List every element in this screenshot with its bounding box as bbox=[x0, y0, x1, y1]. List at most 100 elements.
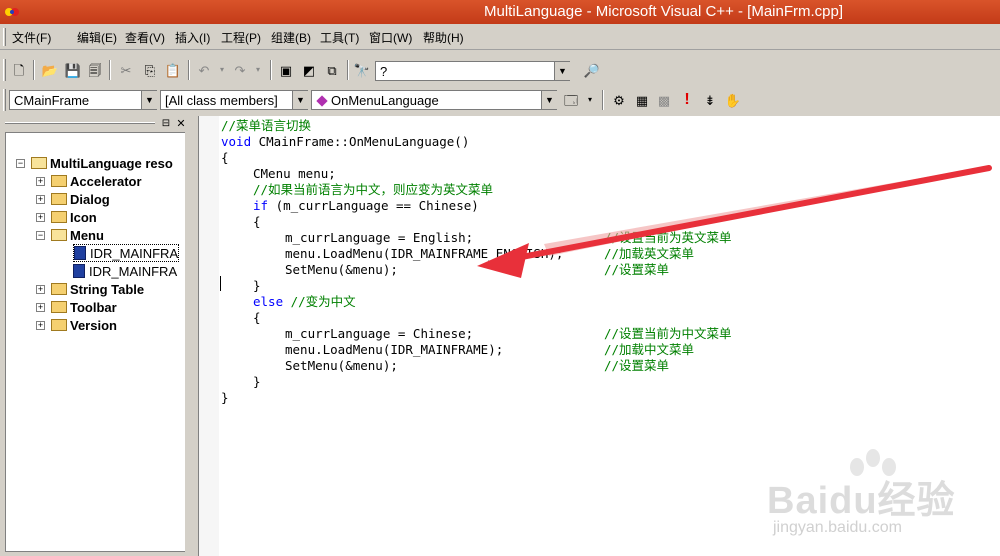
build-icon[interactable]: ▦ bbox=[632, 90, 652, 110]
redo-dropdown-icon[interactable]: ▾ bbox=[248, 60, 268, 80]
tree-item-accelerator[interactable]: + Accelerator bbox=[36, 172, 142, 190]
toolbar-separator bbox=[270, 60, 272, 80]
chevron-down-icon[interactable]: ▼ bbox=[554, 62, 570, 80]
new-file-icon[interactable]: 🗋 bbox=[9, 60, 29, 80]
expand-icon[interactable]: + bbox=[36, 212, 45, 222]
workspace-pane: ⊟ ✕ − MultiLanguage reso + Accelerator +… bbox=[0, 116, 192, 556]
tree-item-label: Version bbox=[70, 317, 117, 333]
collapse-icon[interactable]: − bbox=[16, 158, 25, 168]
menu-resource-icon bbox=[73, 264, 85, 278]
wizard-action-icon[interactable]: 🗔 bbox=[561, 90, 581, 110]
save-icon[interactable]: 💾 bbox=[63, 60, 83, 80]
toolbar-separator bbox=[188, 60, 190, 80]
collapse-icon[interactable]: − bbox=[36, 230, 45, 240]
expand-icon[interactable]: + bbox=[36, 320, 45, 330]
compile-icon[interactable]: ⚙ bbox=[609, 90, 629, 110]
menu-build[interactable]: 组建(B) bbox=[271, 29, 311, 46]
expand-icon[interactable]: + bbox=[36, 302, 45, 312]
tree-item-toolbar[interactable]: + Toolbar bbox=[36, 298, 117, 316]
folder-icon bbox=[51, 211, 67, 223]
menu-edit[interactable]: 编辑(E) bbox=[77, 29, 117, 46]
chevron-down-icon[interactable]: ▼ bbox=[141, 91, 157, 109]
copy-icon[interactable]: ⎘ bbox=[140, 60, 160, 80]
paste-icon[interactable]: 📋 bbox=[163, 60, 183, 80]
menu-file[interactable]: 文件(F) bbox=[12, 29, 51, 46]
tree-item-menu[interactable]: − Menu bbox=[36, 226, 104, 244]
wizard-bar: CMainFrame ▼ [All class members] ▼ OnMen… bbox=[0, 86, 1000, 114]
workspace-icon[interactable]: ▣ bbox=[276, 60, 296, 80]
output-window-icon[interactable]: ◩ bbox=[299, 60, 319, 80]
pane-resize-icon[interactable]: ⊟ bbox=[160, 118, 172, 130]
workspace-grip[interactable] bbox=[5, 122, 155, 124]
member-combo-value: OnMenuLanguage bbox=[331, 93, 439, 108]
tree-item-label: IDR_MAINFRA bbox=[90, 245, 179, 261]
folder-icon bbox=[51, 193, 67, 205]
expand-icon[interactable]: + bbox=[36, 176, 45, 186]
wizardbar-grip[interactable] bbox=[3, 89, 6, 111]
tree-item-label: Dialog bbox=[70, 191, 110, 207]
member-combo[interactable]: OnMenuLanguage ▼ bbox=[311, 90, 557, 110]
find-combo-value: ? bbox=[380, 64, 388, 79]
tree-item-label: Icon bbox=[70, 209, 97, 225]
title-bar: MultiLanguage - Microsoft Visual C++ - [… bbox=[0, 0, 1000, 24]
menu-resource-icon bbox=[74, 246, 86, 260]
folder-open-icon bbox=[31, 157, 47, 169]
menubar-grip[interactable] bbox=[3, 28, 6, 46]
find-icon[interactable]: 🔎 bbox=[582, 60, 602, 80]
workspace-scrollbar[interactable] bbox=[185, 116, 192, 556]
expand-icon[interactable]: + bbox=[36, 284, 45, 294]
menu-window[interactable]: 窗口(W) bbox=[369, 29, 412, 46]
menu-tools[interactable]: 工具(T) bbox=[320, 29, 359, 46]
filter-combo-value: [All class members] bbox=[165, 93, 278, 108]
menu-project[interactable]: 工程(P) bbox=[221, 29, 261, 46]
menu-insert[interactable]: 插入(I) bbox=[175, 29, 210, 46]
toolbar-grip[interactable] bbox=[3, 59, 6, 81]
toolbar-separator bbox=[347, 60, 349, 80]
redo-icon[interactable]: ↷ bbox=[230, 60, 250, 80]
folder-icon bbox=[51, 301, 67, 313]
open-folder-icon[interactable]: 📂 bbox=[40, 60, 60, 80]
save-all-icon[interactable]: 🗐 bbox=[85, 60, 105, 80]
undo-dropdown-icon[interactable]: ▾ bbox=[212, 60, 232, 80]
expand-icon[interactable]: + bbox=[36, 194, 45, 204]
tree-root[interactable]: − MultiLanguage reso bbox=[16, 154, 173, 172]
tree-item-string-table[interactable]: + String Table bbox=[36, 280, 144, 298]
standard-toolbar: 🗋 📂 💾 🗐 ✂ ⎘ 📋 ↶ ▾ ↷ ▾ ▣ ◩ ⧉ 🔭 ? ▼ 🔎 bbox=[0, 56, 1000, 84]
watermark-url: jingyan.baidu.com bbox=[773, 519, 902, 536]
wizard-action-dropdown-icon[interactable]: ▾ bbox=[580, 90, 600, 110]
tree-item-menu-resource[interactable]: IDR_MAINFRA bbox=[73, 262, 177, 280]
chevron-down-icon[interactable]: ▼ bbox=[541, 91, 557, 109]
folder-open-icon bbox=[51, 229, 67, 241]
method-icon bbox=[316, 95, 328, 107]
breakpoint-hand-icon[interactable]: ✋ bbox=[723, 90, 743, 110]
tree-item-menu-resource[interactable]: IDR_MAINFRA bbox=[73, 244, 180, 262]
folder-icon bbox=[51, 319, 67, 331]
class-combo-value: CMainFrame bbox=[14, 93, 90, 108]
cut-icon[interactable]: ✂ bbox=[116, 60, 136, 80]
window-list-icon[interactable]: ⧉ bbox=[322, 60, 342, 80]
tree-item-label: Menu bbox=[70, 227, 104, 243]
tree-item-version[interactable]: + Version bbox=[36, 316, 117, 334]
tree-item-icon[interactable]: + Icon bbox=[36, 208, 97, 226]
filter-combo[interactable]: [All class members] ▼ bbox=[160, 90, 308, 110]
find-in-files-icon[interactable]: 🔭 bbox=[352, 60, 372, 80]
menu-bar: 文件(F) 编辑(E) 查看(V) 插入(I) 工程(P) 组建(B) 工具(T… bbox=[0, 24, 1000, 50]
resource-tree[interactable]: − MultiLanguage reso + Accelerator + Dia… bbox=[5, 132, 188, 552]
tree-item-dialog[interactable]: + Dialog bbox=[36, 190, 110, 208]
folder-icon bbox=[51, 175, 67, 187]
undo-icon[interactable]: ↶ bbox=[194, 60, 214, 80]
workspace-header: ⊟ ✕ bbox=[0, 116, 192, 132]
execute-icon[interactable]: ! bbox=[677, 90, 697, 110]
class-combo[interactable]: CMainFrame ▼ bbox=[9, 90, 157, 110]
find-combo[interactable]: ? ▼ bbox=[375, 61, 570, 81]
go-icon[interactable]: ⇟ bbox=[700, 90, 720, 110]
menu-view[interactable]: 查看(V) bbox=[125, 29, 165, 46]
baidu-watermark: Baidu经验 jingyan.baidu.com bbox=[765, 445, 995, 550]
watermark-brand: Baidu经验 bbox=[767, 480, 956, 522]
menu-help[interactable]: 帮助(H) bbox=[423, 29, 464, 46]
tree-root-label: MultiLanguage reso bbox=[50, 155, 173, 171]
toolbar-separator bbox=[602, 90, 604, 110]
app-icon bbox=[5, 8, 19, 16]
stop-build-icon[interactable]: ▩ bbox=[654, 90, 674, 110]
chevron-down-icon[interactable]: ▼ bbox=[292, 91, 308, 109]
